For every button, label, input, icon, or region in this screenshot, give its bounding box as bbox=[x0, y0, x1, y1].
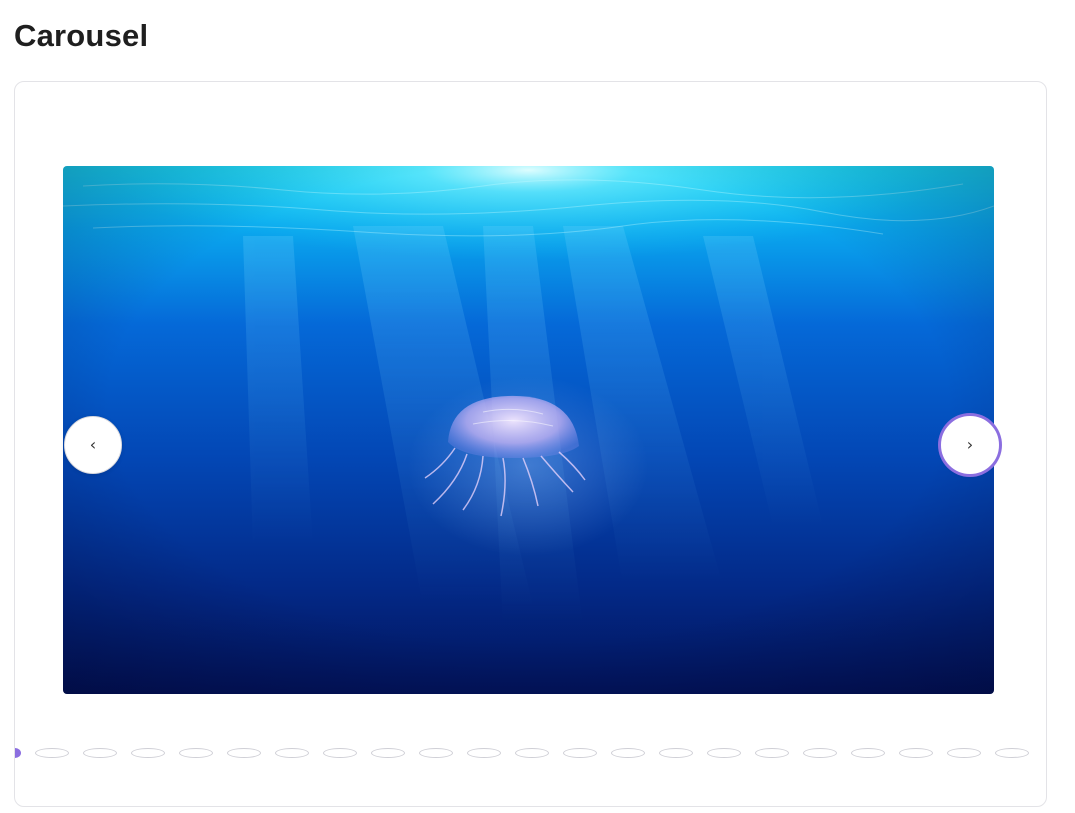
carousel-dot[interactable] bbox=[227, 748, 261, 758]
carousel-dot[interactable] bbox=[707, 748, 741, 758]
carousel-dot[interactable] bbox=[83, 748, 117, 758]
carousel-dot[interactable] bbox=[35, 748, 69, 758]
carousel-dot[interactable] bbox=[995, 748, 1029, 758]
next-slide-button[interactable]: › bbox=[941, 416, 999, 474]
carousel-dot[interactable] bbox=[755, 748, 789, 758]
carousel-dot[interactable] bbox=[275, 748, 309, 758]
carousel-dot[interactable] bbox=[851, 748, 885, 758]
carousel-dot[interactable] bbox=[419, 748, 453, 758]
carousel-card: ‹ › bbox=[14, 81, 1047, 807]
carousel-dot-active[interactable] bbox=[15, 748, 21, 758]
carousel-slide-image bbox=[63, 166, 994, 694]
carousel-dot[interactable] bbox=[659, 748, 693, 758]
carousel-dot[interactable] bbox=[131, 748, 165, 758]
jellyfish-image bbox=[63, 166, 994, 694]
carousel-dot[interactable] bbox=[803, 748, 837, 758]
carousel-dot[interactable] bbox=[515, 748, 549, 758]
carousel-dot[interactable] bbox=[947, 748, 981, 758]
carousel-dot[interactable] bbox=[179, 748, 213, 758]
chevron-right-icon: › bbox=[966, 435, 974, 454]
carousel-dot[interactable] bbox=[323, 748, 357, 758]
carousel-dot[interactable] bbox=[371, 748, 405, 758]
chevron-left-icon: ‹ bbox=[89, 435, 97, 454]
carousel-indicators bbox=[15, 746, 1046, 762]
page: Carousel ‹ › bbox=[0, 0, 1075, 813]
prev-slide-button[interactable]: ‹ bbox=[64, 416, 122, 474]
carousel-dot[interactable] bbox=[467, 748, 501, 758]
page-title: Carousel bbox=[14, 18, 149, 53]
carousel-dot[interactable] bbox=[563, 748, 597, 758]
carousel-dot[interactable] bbox=[899, 748, 933, 758]
carousel-dot[interactable] bbox=[611, 748, 645, 758]
